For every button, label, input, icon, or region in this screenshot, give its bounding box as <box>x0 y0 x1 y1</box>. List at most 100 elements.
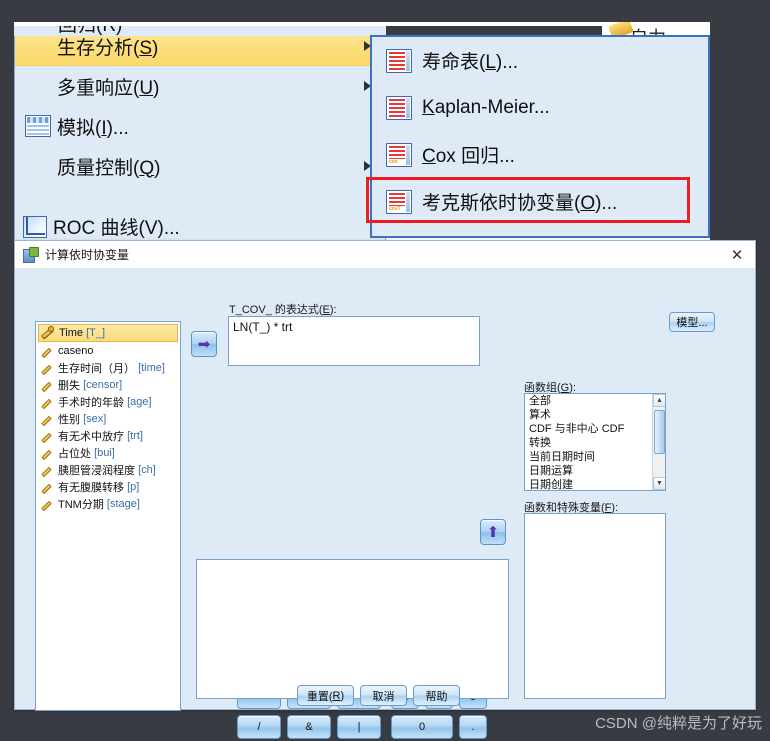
menu-item-roc-curve-row: ROC 曲线(V)... <box>23 216 180 240</box>
variable-code: [sex] <box>83 412 107 425</box>
list-item[interactable]: 日期运算 <box>525 464 665 478</box>
expression-input[interactable]: LN(T_) * trt <box>228 316 480 366</box>
submenu-item-cox-time-dependent[interactable]: coxT 考克斯依时协变量(O)... <box>372 178 708 225</box>
functions-list[interactable] <box>524 513 666 699</box>
key-0[interactable]: 0 <box>391 715 453 739</box>
pencil-icon <box>40 446 54 460</box>
menu-item-simulation-label: 模拟(I)... <box>57 117 129 139</box>
insert-function-button[interactable]: ⬆ <box>480 519 506 545</box>
variable-code: [T_] <box>86 327 106 339</box>
expression-label: T_COV_ 的表达式(E): <box>229 304 337 316</box>
list-item[interactable]: 算术 <box>525 408 665 422</box>
scroll-down-icon[interactable]: ▼ <box>653 477 665 490</box>
variable-name: 性别 <box>58 413 80 426</box>
close-icon[interactable]: ✕ <box>727 245 747 265</box>
variable-code: [stage] <box>106 497 140 510</box>
variable-name: 占位处 <box>58 447 91 460</box>
variable-name: 生存时间（月） <box>58 362 135 375</box>
menu-item-survival-analysis-label: 生存分析(S) <box>57 37 159 59</box>
reset-button[interactable]: 重置(R) <box>297 685 354 706</box>
list-item[interactable]: 转换 <box>525 436 665 450</box>
variable-code: [ch] <box>138 463 156 476</box>
pencil-icon <box>40 344 54 358</box>
variable-code: [bui] <box>94 446 115 459</box>
pencil-icon <box>40 463 54 477</box>
variable-name: Time <box>59 327 84 339</box>
help-button[interactable]: 帮助 <box>413 685 460 706</box>
list-item[interactable]: 删失 [censor] <box>38 376 178 393</box>
variable-list[interactable]: Time [T_] caseno 生存时间（月） [time] 删失 [cens… <box>35 321 181 711</box>
list-item[interactable]: 胰胆管浸润程度 [ch] <box>38 461 178 478</box>
list-item[interactable]: 占位处 [bui] <box>38 444 178 461</box>
list-item[interactable]: caseno <box>38 342 178 359</box>
pencil-icon <box>40 429 54 443</box>
submenu-item-cox-time-dependent-label: 考克斯依时协变量(O)... <box>422 193 618 214</box>
list-item[interactable]: Time [T_] <box>38 324 178 342</box>
dialog-title-bar: 计算依时协变量 ✕ <box>15 241 755 269</box>
variable-code: [trt] <box>127 429 143 442</box>
variable-name: 手术时的年龄 <box>58 396 124 409</box>
submenu-item-cox-regression[interactable]: cox Cox 回归... <box>372 131 708 178</box>
menu-item-quality-control-label: 质量控制(Q) <box>57 157 161 179</box>
compute-time-dependent-covariate-dialog: 计算依时协变量 ✕ Time [T_] caseno 生存时间（月） [time… <box>14 240 756 739</box>
cancel-button[interactable]: 取消 <box>360 685 407 706</box>
expression-preview-box[interactable] <box>196 559 509 699</box>
pencil-icon <box>40 412 54 426</box>
menu-item-multiple-response-label: 多重响应(U) <box>57 77 160 99</box>
variable-code: [time] <box>138 361 165 374</box>
list-item[interactable]: 当前日期时间 <box>525 450 665 464</box>
submenu-item-life-tables-label: 寿命表(L)... <box>422 52 519 73</box>
cox-regression-icon: cox <box>386 142 412 167</box>
submenu-item-kaplan-meier[interactable]: Kaplan-Meier... <box>372 84 708 131</box>
survival-analysis-submenu[interactable]: 寿命表(L)... Kaplan-Meier... cox Cox 回归... … <box>370 35 710 238</box>
arrow-up-icon: ⬆ <box>486 523 500 541</box>
variable-code: [age] <box>127 395 152 408</box>
variable-name: 有无腹膜转移 <box>58 481 124 494</box>
model-button[interactable]: 模型... <box>669 312 715 332</box>
function-group-scrollbar[interactable]: ▲ ▼ <box>652 394 665 490</box>
key-or[interactable]: | <box>337 715 381 739</box>
variable-name: 删失 <box>58 379 80 392</box>
variable-name: TNM分期 <box>58 498 104 511</box>
list-item[interactable]: 日期创建 <box>525 478 665 490</box>
list-item[interactable]: 生存时间（月） [time] <box>38 359 178 376</box>
variable-code: [p] <box>127 480 140 493</box>
list-item[interactable]: 有无腹膜转移 [p] <box>38 478 178 495</box>
menu-item-quality-control[interactable]: 质量控制(Q) <box>15 146 385 186</box>
variable-code: [censor] <box>83 378 123 391</box>
menu-item-roc-curve[interactable]: ROC 曲线(V)... <box>14 216 386 240</box>
scrollbar-thumb[interactable] <box>654 410 665 454</box>
key-decimal-point[interactable]: . <box>459 715 487 739</box>
submenu-item-kaplan-meier-label: Kaplan-Meier... <box>422 96 550 118</box>
function-group-list[interactable]: 全部 算术 CDF 与非中心 CDF 转换 当前日期时间 日期运算 日期创建 ▲… <box>524 393 666 491</box>
menu-item-clipped-top-label: 回归(R) <box>58 26 122 36</box>
variable-name: 有无术中放疗 <box>58 430 124 443</box>
move-variable-button[interactable]: ➡ <box>191 331 217 357</box>
list-item[interactable]: 性别 [sex] <box>38 410 178 427</box>
pencil-icon <box>40 361 54 375</box>
roc-curve-icon <box>23 216 47 238</box>
menu-item-clipped-top[interactable]: 回归(R) <box>14 26 386 36</box>
list-item[interactable]: TNM分期 [stage] <box>38 495 178 512</box>
list-item[interactable]: CDF 与非中心 CDF <box>525 422 665 436</box>
menu-item-roc-curve-label: ROC 曲线(V)... <box>53 218 180 239</box>
life-table-icon <box>386 48 412 73</box>
variable-name: caseno <box>58 344 94 357</box>
pencil-icon <box>40 497 54 511</box>
analyze-menu[interactable]: 生存分析(S) 多重响应(U) 模拟(I)... 质量控制(Q) <box>14 26 386 240</box>
dialog-app-icon <box>23 246 39 263</box>
key-divide[interactable]: / <box>237 715 281 739</box>
dialog-body: Time [T_] caseno 生存时间（月） [time] 删失 [cens… <box>15 269 755 739</box>
list-item[interactable]: 有无术中放疗 [trt] <box>38 427 178 444</box>
pencil-icon <box>40 378 54 392</box>
key-and[interactable]: & <box>287 715 331 739</box>
submenu-item-life-tables[interactable]: 寿命表(L)... <box>372 37 708 84</box>
scroll-up-icon[interactable]: ▲ <box>653 394 665 407</box>
list-item[interactable]: 全部 <box>525 394 665 408</box>
menu-item-simulation[interactable]: 模拟(I)... <box>15 106 385 146</box>
menu-item-multiple-response[interactable]: 多重响应(U) <box>15 66 385 106</box>
scale-icon <box>41 326 55 340</box>
variable-name: 胰胆管浸润程度 <box>58 464 135 477</box>
list-item[interactable]: 手术时的年龄 [age] <box>38 393 178 410</box>
simulation-icon <box>25 115 51 137</box>
